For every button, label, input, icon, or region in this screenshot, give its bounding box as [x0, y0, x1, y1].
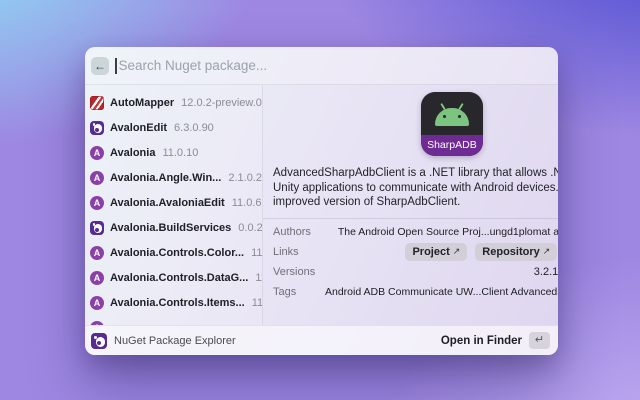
links-row: Links Project ↗ Repository ↗ License ↗ [273, 242, 558, 262]
avalonia-icon [90, 171, 104, 185]
list-item[interactable]: Avalonia.Controls.Items... 11.0.10 [90, 290, 262, 315]
package-name: Avalonia.Controls.Color... [110, 247, 244, 259]
project-link-button[interactable]: Project ↗ [405, 243, 467, 261]
status-bar: NuGet Package Explorer Open in Finder ↵ [85, 325, 558, 355]
list-item-partial[interactable] [90, 315, 262, 325]
package-name: Avalonia.Controls.DataG... [110, 272, 248, 284]
versions-label: Versions [273, 266, 325, 278]
package-name: AutoMapper [110, 97, 174, 109]
section-divider [263, 218, 558, 219]
automapper-icon [90, 96, 104, 110]
package-version: 12.0.2-preview.0.4 [181, 97, 263, 109]
package-description: AdvancedSharpAdbClient is a .NET library… [273, 166, 558, 210]
package-name: AvalonEdit [110, 122, 167, 134]
authors-value: The Android Open Source Proj...ungd1plom… [325, 226, 558, 238]
search-bar: ← [85, 47, 558, 85]
package-version: 6.3.0.90 [174, 122, 214, 134]
list-item[interactable]: Avalonia.Controls.DataG... 11.0.10 [90, 265, 262, 290]
list-item[interactable]: AutoMapper 12.0.2-preview.0.4 [90, 90, 262, 115]
package-name: Avalonia.BuildServices [110, 222, 231, 234]
package-version: 11.0.6 [232, 197, 262, 209]
package-hero-label: SharpADB [421, 135, 483, 156]
return-key-icon: ↵ [529, 332, 550, 349]
external-link-icon: ↗ [453, 246, 461, 257]
versions-value: 3.2.11, 3.1.10, 3.0.9 [325, 266, 558, 278]
external-link-icon: ↗ [543, 246, 551, 257]
arrow-left-icon: ← [94, 59, 106, 73]
avalonia-icon [90, 196, 104, 210]
package-version: 11.0.10 [162, 147, 198, 159]
authors-label: Authors [273, 226, 325, 238]
package-version: 11.0.10 [252, 297, 263, 309]
package-name: Avalonia.Controls.Items... [110, 297, 245, 309]
back-button[interactable]: ← [91, 57, 109, 75]
package-version: 11.0.10 [255, 272, 263, 284]
nuget-package-explorer-icon [91, 333, 107, 349]
list-item[interactable]: Avalonia.Angle.Win... 2.1.0.202... [90, 165, 262, 190]
links-label: Links [273, 246, 325, 258]
app-name: NuGet Package Explorer [114, 335, 441, 347]
sharpadb-package-icon: SharpADB [421, 92, 483, 156]
versions-row: Versions 3.2.11, 3.1.10, 3.0.9 [273, 262, 558, 282]
list-item[interactable]: Avalonia.Controls.Color... 11.0.10 [90, 240, 262, 265]
list-item[interactable]: Avalonia.AvaloniaEdit 11.0.6 [90, 190, 262, 215]
tags-label: Tags [273, 286, 325, 298]
repository-link-button[interactable]: Repository ↗ [475, 243, 557, 261]
avalonia-icon [90, 246, 104, 260]
tags-row: Tags Android ADB Communicate UW...Client… [273, 282, 558, 302]
open-in-finder-action[interactable]: Open in Finder ↵ [441, 332, 550, 349]
package-version: 2.1.0.202... [228, 172, 263, 184]
package-version: 11.0.10 [251, 247, 263, 259]
package-name: Avalonia.Angle.Win... [110, 172, 221, 184]
avalonia-icon [90, 146, 104, 160]
package-version: 0.0.29 [238, 222, 263, 234]
list-item[interactable]: Avalonia 11.0.10 [90, 140, 262, 165]
avalonedit-icon [90, 121, 104, 135]
package-name: Avalonia [110, 147, 155, 159]
search-input[interactable] [117, 58, 549, 73]
list-item[interactable]: AvalonEdit 6.3.0.90 [90, 115, 262, 140]
package-list[interactable]: AutoMapper 12.0.2-preview.0.4 AvalonEdit… [85, 85, 263, 325]
list-item[interactable]: Avalonia.BuildServices 0.0.29 [90, 215, 262, 240]
package-name: Avalonia.AvaloniaEdit [110, 197, 225, 209]
avalonia-icon [90, 271, 104, 285]
details-panel: SharpADB AdvancedSharpAdbClient is a .NE… [263, 85, 558, 325]
android-robot-icon [435, 108, 469, 126]
nuget-search-window: ← AutoMapper 12.0.2-preview.0.4 AvalonEd… [85, 47, 558, 355]
open-in-finder-label: Open in Finder [441, 335, 522, 347]
avalonedit-icon [90, 221, 104, 235]
authors-row: Authors The Android Open Source Proj...u… [273, 222, 558, 242]
avalonia-icon [90, 296, 104, 310]
avalonia-icon [90, 321, 104, 326]
tags-value: Android ADB Communicate UW...Client Adva… [325, 286, 558, 298]
